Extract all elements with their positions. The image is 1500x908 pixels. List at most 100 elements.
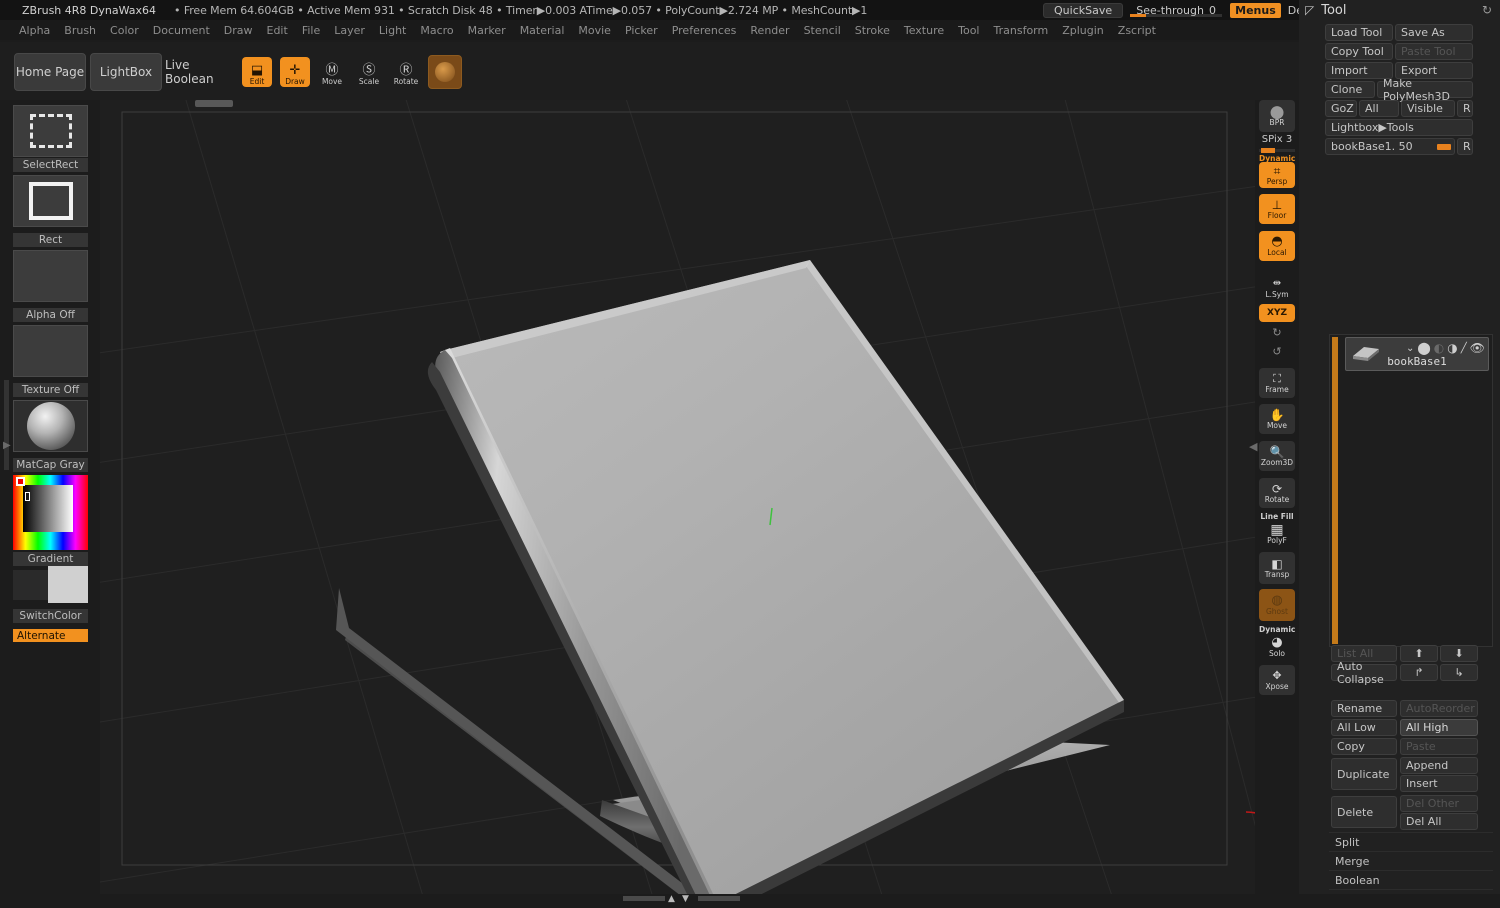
- quicksave-button[interactable]: QuickSave: [1043, 3, 1123, 18]
- live-boolean-button[interactable]: Live Boolean: [165, 53, 237, 91]
- delete-button[interactable]: Delete: [1331, 796, 1397, 828]
- ghost-button[interactable]: ◍ Ghost: [1259, 589, 1295, 621]
- menu-item-macro[interactable]: Macro: [413, 22, 460, 39]
- persp-button[interactable]: ⌗ Persp: [1259, 162, 1295, 188]
- primary-color-swatch[interactable]: [48, 566, 88, 603]
- switch-color-button[interactable]: SwitchColor: [13, 609, 88, 623]
- lightbox-tools-button[interactable]: Lightbox▶Tools: [1325, 119, 1473, 136]
- subtool-list[interactable]: [1329, 334, 1493, 647]
- menu-item-stencil[interactable]: Stencil: [797, 22, 848, 39]
- menu-item-light[interactable]: Light: [372, 22, 413, 39]
- select-rect-swatch[interactable]: [13, 105, 88, 157]
- move-shelf-button[interactable]: ✋ Move: [1259, 404, 1295, 434]
- make-polymesh3d-button[interactable]: Make PolyMesh3D: [1377, 81, 1473, 98]
- material-swatch[interactable]: [13, 400, 88, 452]
- subtool-eye-icon[interactable]: 👁: [1470, 341, 1485, 355]
- subtool-up-button[interactable]: ⬆: [1400, 645, 1438, 662]
- tool-item-slider-handle[interactable]: [1437, 144, 1451, 150]
- bpr-button[interactable]: ● BPR: [1259, 100, 1295, 132]
- left-palette-collapse-arrow[interactable]: ▶: [3, 435, 11, 455]
- scale-mode-button[interactable]: Ⓢ Scale: [354, 57, 384, 87]
- append-button[interactable]: Append: [1400, 757, 1478, 774]
- menu-item-alpha[interactable]: Alpha: [12, 22, 57, 39]
- tool-panel-refresh-icon[interactable]: ↻: [1482, 3, 1492, 17]
- current-brush-button[interactable]: [428, 55, 462, 89]
- auto-collapse-button[interactable]: Auto Collapse: [1331, 664, 1397, 681]
- menu-item-edit[interactable]: Edit: [260, 22, 295, 39]
- subtool-visibility-icon[interactable]: ⬤: [1417, 341, 1430, 355]
- solo-button[interactable]: ◕ Solo: [1259, 633, 1295, 661]
- move-mode-button[interactable]: Ⓜ Move: [317, 57, 347, 87]
- bottom-scroll-right[interactable]: [698, 896, 740, 901]
- menus-toggle[interactable]: Menus: [1230, 3, 1281, 18]
- menu-item-layer[interactable]: Layer: [327, 22, 372, 39]
- color-picker[interactable]: [13, 475, 88, 550]
- right-shelf-collapse-arrow[interactable]: ◀: [1249, 440, 1257, 453]
- copy-subtool-button[interactable]: Copy: [1331, 738, 1397, 755]
- color-sv-box[interactable]: [23, 485, 73, 532]
- menu-item-zscript[interactable]: Zscript: [1111, 22, 1163, 39]
- merge-list-item[interactable]: Merge: [1329, 851, 1493, 870]
- draw-mode-button[interactable]: ✛ Draw: [280, 57, 310, 87]
- xyz-button[interactable]: XYZ: [1259, 304, 1295, 322]
- rotate-mode-button[interactable]: Ⓡ Rotate: [391, 57, 421, 87]
- menu-item-material[interactable]: Material: [513, 22, 572, 39]
- xpose-button[interactable]: ✥ Xpose: [1259, 665, 1295, 695]
- all-high-button[interactable]: All High: [1400, 719, 1478, 736]
- goz-button[interactable]: GoZ: [1325, 100, 1357, 117]
- bottom-expand-up-icon[interactable]: ▲: [668, 894, 675, 904]
- zoom3d-button[interactable]: 🔍 Zoom3D: [1259, 441, 1295, 471]
- alternate-button[interactable]: Alternate: [13, 629, 88, 642]
- spix-slider[interactable]: SPix 3: [1259, 134, 1295, 152]
- subtool-contrast-icon[interactable]: ◑: [1447, 341, 1457, 355]
- boolean-list-item[interactable]: Boolean: [1329, 870, 1493, 889]
- subtool-row-bookbase1[interactable]: ⌄ ⬤ ◐ ◑ ╱ 👁 bookBase1: [1345, 337, 1489, 371]
- subtool-move-icon[interactable]: ⌄: [1406, 343, 1414, 354]
- home-page-button[interactable]: Home Page: [14, 53, 86, 91]
- all-button[interactable]: All: [1359, 100, 1399, 117]
- all-low-button[interactable]: All Low: [1331, 719, 1397, 736]
- menu-item-draw[interactable]: Draw: [217, 22, 260, 39]
- tool-item-slider[interactable]: bookBase1. 50: [1325, 138, 1455, 155]
- rename-button[interactable]: Rename: [1331, 700, 1397, 717]
- insert-button[interactable]: Insert: [1400, 775, 1478, 792]
- bottom-expand-down-icon[interactable]: ▼: [682, 894, 689, 904]
- split-list-item[interactable]: Split: [1329, 832, 1493, 851]
- menu-item-color[interactable]: Color: [103, 22, 146, 39]
- y-axis-button[interactable]: ↻: [1259, 324, 1295, 342]
- subtool-shadow-icon[interactable]: ◐: [1434, 341, 1444, 355]
- menu-item-stroke[interactable]: Stroke: [848, 22, 897, 39]
- transp-button[interactable]: ◧ Transp: [1259, 552, 1295, 584]
- canvas-viewport[interactable]: [100, 100, 1255, 895]
- menu-item-document[interactable]: Document: [146, 22, 217, 39]
- edit-mode-button[interactable]: ⬓ Edit: [242, 57, 272, 87]
- local-button[interactable]: ◓ Local: [1259, 231, 1295, 261]
- subtool-back-button[interactable]: ↳: [1440, 664, 1478, 681]
- tool-item-r-button[interactable]: R: [1457, 138, 1473, 155]
- menu-item-picker[interactable]: Picker: [618, 22, 665, 39]
- lightbox-button[interactable]: LightBox: [90, 53, 162, 91]
- subtool-fwd-button[interactable]: ↱: [1400, 664, 1438, 681]
- subtool-down-button[interactable]: ⬇: [1440, 645, 1478, 662]
- menu-item-render[interactable]: Render: [743, 22, 796, 39]
- copy-tool-button[interactable]: Copy Tool: [1325, 43, 1393, 60]
- bottom-scroll-left[interactable]: [623, 896, 665, 901]
- stroke-swatch[interactable]: [13, 175, 88, 227]
- see-through-slider[interactable]: See-through 0: [1130, 2, 1222, 18]
- alpha-swatch[interactable]: [13, 250, 88, 302]
- rotate-shelf-button[interactable]: ⟳ Rotate: [1259, 478, 1295, 508]
- menu-item-movie[interactable]: Movie: [571, 22, 618, 39]
- load-tool-button[interactable]: Load Tool: [1325, 24, 1393, 41]
- menu-item-tool[interactable]: Tool: [951, 22, 986, 39]
- secondary-color-swatch[interactable]: [13, 570, 49, 600]
- menu-item-preferences[interactable]: Preferences: [665, 22, 744, 39]
- left-palette-scrollbar[interactable]: [4, 380, 9, 470]
- menu-item-zplugin[interactable]: Zplugin: [1055, 22, 1111, 39]
- spix-handle[interactable]: [1261, 148, 1275, 153]
- clone-button[interactable]: Clone: [1325, 81, 1375, 98]
- duplicate-button[interactable]: Duplicate: [1331, 758, 1397, 790]
- del-all-button[interactable]: Del All: [1400, 813, 1478, 830]
- menu-item-brush[interactable]: Brush: [57, 22, 103, 39]
- menu-item-file[interactable]: File: [295, 22, 327, 39]
- z-axis-button[interactable]: ↺: [1259, 343, 1295, 361]
